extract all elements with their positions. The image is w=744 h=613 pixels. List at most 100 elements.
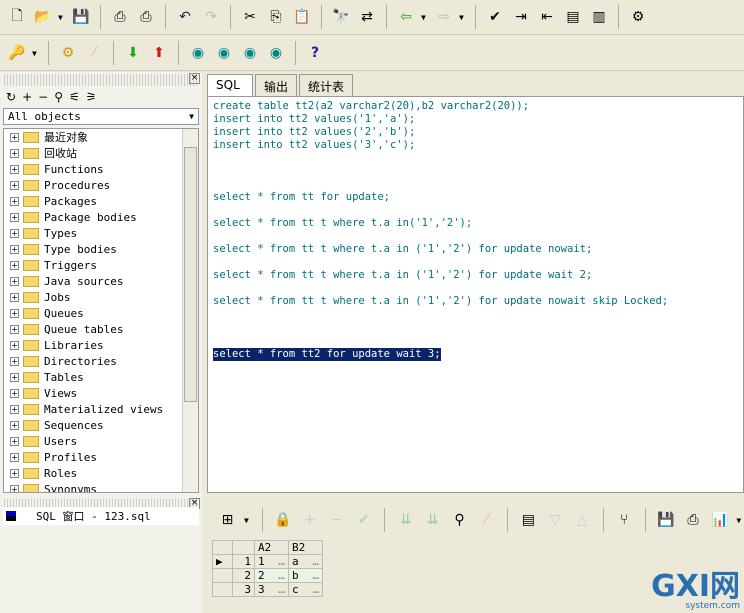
remove-icon[interactable]: − (38, 90, 48, 104)
print-icon[interactable]: ⎙ (109, 6, 131, 28)
fetch-next-icon[interactable]: ⇊ (395, 509, 416, 531)
post-icon[interactable]: ✔ (353, 509, 374, 531)
table-row[interactable]: 2 2… b… (212, 568, 323, 583)
delete-row-icon[interactable]: − (326, 509, 347, 531)
selected-statement[interactable]: select * from tt2 for update wait 3; (213, 348, 441, 361)
expand-icon[interactable]: + (10, 372, 19, 382)
replace-icon[interactable]: ⇄ (356, 6, 378, 28)
tree-item[interactable]: + Jobs (4, 289, 198, 305)
find-icon[interactable]: 🔭 (330, 6, 352, 28)
tree-scrollbar[interactable] (182, 129, 198, 492)
link-icon[interactable]: ⑂ (614, 509, 635, 531)
expand-icon[interactable]: + (10, 404, 19, 414)
undo-icon[interactable]: ↶ (174, 6, 196, 28)
tab-sql[interactable]: SQL (207, 74, 253, 97)
import-icon[interactable]: ⬇ (122, 42, 144, 64)
expand-icon[interactable]: + (10, 436, 19, 446)
new-icon[interactable]: 🗋 (6, 6, 28, 28)
expand-icon[interactable]: + (10, 260, 19, 270)
uncomment-icon[interactable]: ▥ (588, 6, 610, 28)
tree-item[interactable]: + Java sources (4, 273, 198, 289)
tree-item[interactable]: + Types (4, 225, 198, 241)
filter-edit-icon[interactable]: ⚞ (86, 90, 97, 104)
tree-item[interactable]: + Roles (4, 465, 198, 481)
ellipsis-button[interactable]: … (312, 569, 319, 582)
expand-icon[interactable]: + (10, 228, 19, 238)
object-filter-select[interactable]: All objects ▼ (3, 108, 199, 125)
ellipsis-button[interactable]: … (312, 555, 319, 568)
tree-item[interactable]: + Type bodies (4, 241, 198, 257)
tree-item[interactable]: + Queue tables (4, 321, 198, 337)
add-row-icon[interactable]: + (299, 509, 320, 531)
expand-icon[interactable]: + (10, 308, 19, 318)
tab-output[interactable]: 输出 (255, 74, 298, 96)
tree-item[interactable]: + Materialized views (4, 401, 198, 417)
table-row[interactable]: 3 3… c… (212, 582, 323, 597)
help-icon[interactable]: ? (304, 42, 326, 64)
expand-icon[interactable]: + (10, 132, 19, 142)
copy-icon[interactable]: ⎘ (265, 6, 287, 28)
expand-icon[interactable]: + (10, 356, 19, 366)
find-icon[interactable]: ⚲ (54, 90, 63, 104)
expand-icon[interactable]: + (10, 340, 19, 350)
query-icon[interactable]: ▤ (518, 509, 539, 531)
tree-item[interactable]: + Synonyms (4, 481, 198, 492)
tree-item[interactable]: + Views (4, 385, 198, 401)
chevron-down-icon[interactable]: ▼ (58, 13, 66, 22)
save-icon[interactable]: 💾 (656, 509, 677, 531)
tree-item[interactable]: + Packages (4, 193, 198, 209)
sql-editor[interactable]: create table tt2(a2 varchar2(20),b2 varc… (207, 96, 744, 493)
expand-icon[interactable]: + (10, 324, 19, 334)
paste-icon[interactable]: 📋 (291, 6, 313, 28)
tab-statistics[interactable]: 统计表 (299, 74, 354, 96)
expand-icon[interactable]: + (10, 180, 19, 190)
export-icon[interactable]: ⬆ (148, 42, 170, 64)
ellipsis-button[interactable]: … (312, 583, 319, 596)
expand-icon[interactable]: + (10, 420, 19, 430)
expand-icon[interactable]: + (10, 244, 19, 254)
forward-icon[interactable]: ⇨ (433, 6, 455, 28)
window-list-item[interactable]: SQL 窗口 - 123.sql (3, 507, 199, 525)
search-db-icon[interactable]: ◉ (239, 42, 261, 64)
lock-icon[interactable]: 🔒 (273, 509, 294, 531)
expand-icon[interactable]: + (10, 196, 19, 206)
print-icon[interactable]: ⎙ (683, 509, 704, 531)
ellipsis-button[interactable]: … (278, 569, 285, 582)
chart-icon[interactable]: 📊 (709, 509, 730, 531)
add-icon[interactable]: + (22, 90, 32, 104)
tree-item[interactable]: + Users (4, 433, 198, 449)
tree-item[interactable]: + Profiles (4, 449, 198, 465)
clear-icon[interactable]: ⁄ (476, 509, 497, 531)
expand-icon[interactable]: + (10, 212, 19, 222)
column-header[interactable]: B2 (288, 540, 323, 555)
filter-icon[interactable]: ⚟ (69, 90, 80, 104)
grid-layout-icon[interactable]: ⊞ (217, 509, 238, 531)
column-header[interactable]: A2 (254, 540, 289, 555)
comment-icon[interactable]: ▤ (562, 6, 584, 28)
options-icon[interactable]: ⚙ (627, 6, 649, 28)
next-icon[interactable]: △ (572, 509, 593, 531)
execute-icon[interactable]: ✔ (484, 6, 506, 28)
settings-icon[interactable]: ⚙ (57, 42, 79, 64)
prev-icon[interactable]: ▽ (545, 509, 566, 531)
sql-icon[interactable]: ◉ (213, 42, 235, 64)
close-icon[interactable]: × (189, 73, 200, 84)
tree-item[interactable]: + 最近对象 (4, 129, 198, 145)
expand-icon[interactable]: + (10, 388, 19, 398)
expand-icon[interactable]: + (10, 292, 19, 302)
tree-item[interactable]: + Sequences (4, 417, 198, 433)
tree-item[interactable]: + Triggers (4, 257, 198, 273)
cut-icon[interactable]: ✂ (239, 6, 261, 28)
tree-item[interactable]: + Libraries (4, 337, 198, 353)
expand-icon[interactable]: + (10, 484, 19, 492)
expand-icon[interactable]: + (10, 148, 19, 158)
expand-icon[interactable]: + (10, 452, 19, 462)
save-icon[interactable]: 💾 (70, 6, 92, 28)
tree-item[interactable]: + Queues (4, 305, 198, 321)
unindent-icon[interactable]: ⇤ (536, 6, 558, 28)
tree-item[interactable]: + Package bodies (4, 209, 198, 225)
expand-icon[interactable]: + (10, 468, 19, 478)
refresh-icon[interactable]: ↻ (6, 90, 16, 104)
expand-icon[interactable]: + (10, 164, 19, 174)
key-icon[interactable]: 🔑 (6, 42, 28, 64)
